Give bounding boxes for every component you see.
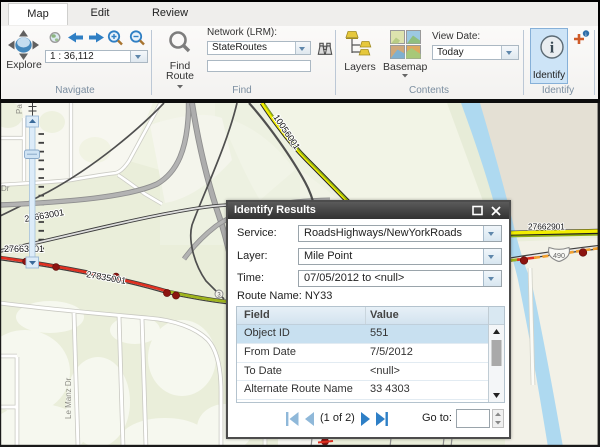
svg-text:27662901: 27662901 [528,222,565,232]
svg-text:i: i [550,40,555,57]
svg-text:Le Manz Dr: Le Manz Dr [64,377,73,419]
svg-text:Pa: Pa [15,104,24,114]
svg-text:490: 490 [553,251,565,260]
svg-text:Dr: Dr [1,184,10,193]
svg-text:27663101: 27663101 [4,244,44,254]
